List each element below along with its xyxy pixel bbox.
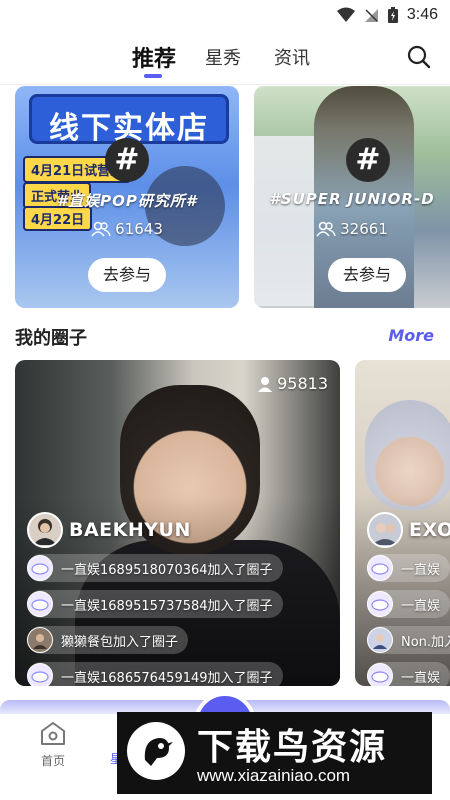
avatar-photo-icon: [372, 523, 398, 545]
activity-text: Non.加入: [401, 634, 450, 650]
home-icon: [41, 722, 65, 745]
circle-name: BAEKHYUN: [69, 519, 191, 541]
avatar-photo-icon: [33, 519, 57, 545]
topic-count: 32661: [340, 220, 388, 238]
activity-item: 一直娱1686576459149加入了圈子: [27, 662, 283, 686]
activity-text: 一直娱1689518070364加入了圈子: [61, 562, 273, 578]
status-icons: 3:46: [336, 6, 438, 24]
user-avatar-icon: [27, 627, 53, 653]
member-count: 95813: [257, 374, 328, 393]
search-icon: [407, 45, 431, 69]
join-button[interactable]: 去参与: [328, 258, 406, 292]
activity-text: 獭獭餐包加入了圈子: [61, 634, 179, 650]
topic-card[interactable]: 线下实体店 4月21日试营业 正式营业 4月22日 # #直娱POP研究所# 6…: [15, 86, 239, 308]
activity-text: 一直娱: [401, 670, 441, 686]
nav-home-label: 首页: [40, 754, 65, 768]
activity-text: 一直娱: [401, 562, 441, 578]
person-icon: [258, 376, 273, 392]
activity-item: 一直娱1689515737584加入了圈子: [27, 590, 283, 618]
activity-text: 一直娱1686576459149加入了圈子: [61, 670, 273, 686]
battery-icon: [387, 7, 398, 23]
wifi-icon: [336, 7, 355, 22]
user-avatar-icon: [367, 627, 393, 653]
search-button[interactable]: [406, 44, 432, 70]
signal-icon: [364, 9, 378, 22]
tab-recommend[interactable]: 推荐: [132, 41, 176, 73]
topic-title: #SUPER JUNIOR-D: [269, 190, 435, 208]
top-nav: 推荐 星秀 资讯: [0, 36, 450, 82]
topic-banner: 线下实体店: [29, 94, 229, 146]
activity-item: 一直娱1689518070364加入了圈子: [27, 554, 283, 582]
circle-card[interactable]: 95813 BAEKHYUN 一直娱1689518070364加入了圈子 一直娱…: [15, 360, 340, 686]
circle-header: EXO-: [367, 512, 450, 548]
bird-logo-icon: [127, 722, 185, 780]
status-time: 3:46: [406, 6, 438, 23]
topic-participants: 32661: [254, 220, 450, 238]
circle-name: EXO-: [409, 519, 450, 541]
more-link[interactable]: More: [388, 326, 434, 345]
circle-header: BAEKHYUN: [27, 512, 191, 548]
people-icon: [316, 221, 336, 237]
activity-text: 一直娱1689515737584加入了圈子: [61, 598, 273, 614]
activity-item: 獭獭餐包加入了圈子: [27, 626, 189, 654]
activity-item: 一直娱: [367, 554, 450, 582]
cloud-avatar-icon: [27, 555, 53, 581]
status-bar: 3:46: [0, 0, 450, 32]
hashtag-icon: #: [105, 138, 149, 182]
topic-title: #直娱POP研究所#: [56, 192, 198, 210]
people-icon: [91, 221, 111, 237]
cloud-avatar-icon: [367, 555, 393, 581]
activity-item: 一直娱: [367, 662, 450, 686]
watermark-title: 下载鸟资源: [197, 727, 388, 768]
topic-count: 61643: [115, 220, 163, 238]
avatar: [27, 512, 63, 548]
cloud-avatar-icon: [27, 591, 53, 617]
active-tab-indicator: [144, 74, 162, 78]
nav-home[interactable]: 首页: [23, 720, 83, 769]
tab-news[interactable]: 资讯: [274, 44, 310, 70]
watermark-url: www.xiazainiao.com: [197, 766, 351, 785]
activity-item: 一直娱: [367, 590, 450, 618]
cloud-avatar-icon: [27, 663, 53, 686]
cloud-avatar-icon: [367, 663, 393, 686]
activity-text: 一直娱: [401, 598, 441, 614]
tab-star-show[interactable]: 星秀: [205, 44, 241, 70]
hashtag-icon: #: [346, 138, 390, 182]
circle-photo: [365, 400, 450, 510]
topic-participants: 61643: [15, 220, 239, 238]
cloud-avatar-icon: [367, 591, 393, 617]
topic-card[interactable]: # #SUPER JUNIOR-D 32661 去参与: [254, 86, 450, 308]
watermark: 下载鸟资源 www.xiazainiao.com: [117, 712, 432, 794]
circle-card[interactable]: EXO- 一直娱 一直娱 Non.加入 一直娱: [355, 360, 450, 686]
avatar: [367, 512, 403, 548]
join-button[interactable]: 去参与: [88, 258, 166, 292]
section-title: 我的圈子: [15, 328, 87, 349]
nav-divider: [0, 84, 450, 85]
activity-item: Non.加入: [367, 626, 450, 654]
member-count-value: 95813: [277, 374, 328, 393]
